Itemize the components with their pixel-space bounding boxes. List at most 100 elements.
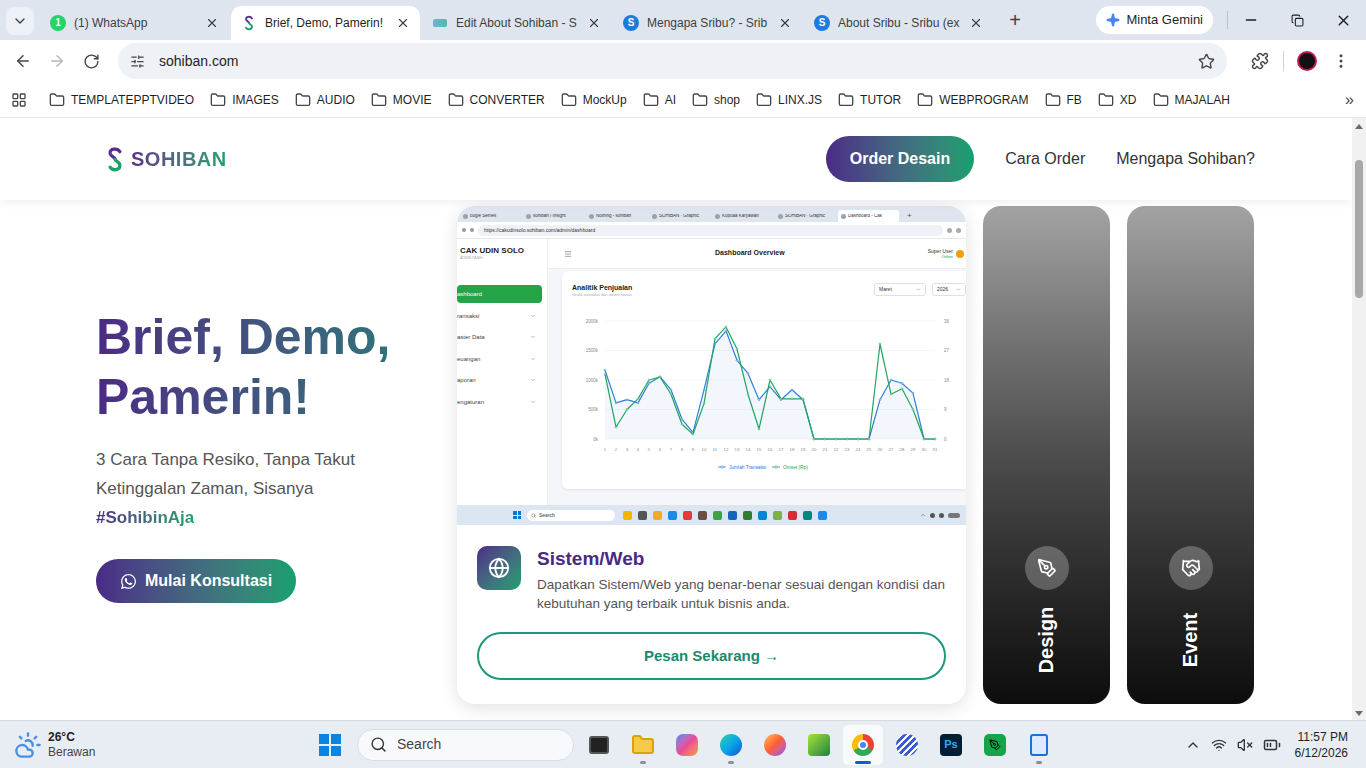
- bookmark-folder[interactable]: CONVERTER: [442, 87, 551, 113]
- chart-point[interactable]: [670, 389, 672, 391]
- chart-point[interactable]: [659, 376, 661, 378]
- preview-search[interactable]: Search: [527, 510, 615, 521]
- menu-button[interactable]: [1324, 44, 1358, 78]
- preview-tab[interactable]: Dashboard - Cak: [838, 210, 899, 222]
- chart-point[interactable]: [780, 398, 782, 400]
- chart-point[interactable]: [626, 409, 628, 411]
- taskbar-app[interactable]: [799, 725, 839, 765]
- minimize-button[interactable]: [1228, 0, 1274, 40]
- gemini-button[interactable]: Minta Gemini: [1096, 6, 1213, 34]
- bookmark-folder[interactable]: MAJALAH: [1147, 87, 1236, 113]
- chart-point[interactable]: [901, 382, 903, 384]
- chart-point[interactable]: [703, 403, 705, 405]
- profile-button[interactable]: [1290, 44, 1324, 78]
- site-logo[interactable]: SOHIBAN: [105, 144, 227, 174]
- browser-tab[interactable]: SMengapa Sribu? - Srib: [613, 6, 802, 40]
- chart-point[interactable]: [747, 393, 749, 395]
- bookmark-star-icon[interactable]: [1198, 53, 1215, 70]
- chart-point[interactable]: [692, 433, 694, 435]
- chart-point[interactable]: [879, 343, 881, 345]
- chart-point[interactable]: [725, 330, 727, 332]
- preview-app-icon[interactable]: [683, 511, 692, 520]
- chart-point[interactable]: [846, 438, 848, 440]
- month-select[interactable]: Maret: [874, 283, 926, 296]
- taskbar-app[interactable]: [623, 725, 663, 765]
- preview-tab[interactable]: sohiban / Insight: [523, 210, 584, 222]
- chart-point[interactable]: [923, 438, 925, 440]
- scroll-up-icon[interactable]: [1355, 124, 1363, 129]
- chart-point[interactable]: [758, 399, 760, 401]
- chart-point[interactable]: [824, 438, 826, 440]
- taskbar-app[interactable]: [667, 725, 707, 765]
- chart-point[interactable]: [769, 379, 771, 381]
- chart-point[interactable]: [923, 438, 925, 440]
- preview-app-icon[interactable]: [803, 511, 812, 520]
- taskbar-app[interactable]: [579, 725, 619, 765]
- chart-point[interactable]: [703, 389, 705, 391]
- chart-point[interactable]: [857, 438, 859, 440]
- taskbar-app[interactable]: [887, 725, 927, 765]
- preview-app-icon[interactable]: [653, 511, 662, 520]
- chart-point[interactable]: [868, 438, 870, 440]
- preview-address[interactable]: https://cakudinsolo.sohiban.com/admin/da…: [478, 225, 943, 236]
- chart-point[interactable]: [736, 359, 738, 361]
- bookmark-folder[interactable]: IMAGES: [204, 87, 285, 113]
- chart-point[interactable]: [890, 393, 892, 395]
- chart-point[interactable]: [769, 386, 771, 388]
- chart-point[interactable]: [934, 438, 936, 440]
- preview-tab[interactable]: Nothing - sohiban: [586, 210, 647, 222]
- close-icon[interactable]: [969, 16, 983, 30]
- chart-point[interactable]: [648, 382, 650, 384]
- close-icon[interactable]: [396, 16, 410, 30]
- hamburger-icon[interactable]: [564, 250, 572, 258]
- service-card[interactable]: Design: [983, 206, 1110, 704]
- preview-app-icon[interactable]: [623, 511, 632, 520]
- chart-point[interactable]: [637, 402, 639, 404]
- order-button[interactable]: Pesan Sekarang →: [477, 632, 946, 680]
- preview-tab[interactable]: SOHIBAN · Graphic: [649, 210, 710, 222]
- scrollbar[interactable]: [1352, 118, 1366, 720]
- start-button[interactable]: [316, 725, 344, 765]
- chart-point[interactable]: [835, 438, 837, 440]
- service-card[interactable]: Event: [1127, 206, 1254, 704]
- bookmark-folder[interactable]: TUTOR: [832, 87, 907, 113]
- preview-menu-item[interactable]: ashboard: [457, 285, 542, 303]
- preview-new-tab[interactable]: +: [907, 212, 912, 220]
- preview-app-icon[interactable]: [728, 511, 737, 520]
- chart-point[interactable]: [747, 373, 749, 375]
- scroll-down-icon[interactable]: [1355, 711, 1363, 716]
- chart-point[interactable]: [681, 423, 683, 425]
- chart-point[interactable]: [681, 418, 683, 420]
- back-button[interactable]: [6, 44, 40, 78]
- taskbar-app[interactable]: [755, 725, 795, 765]
- chart-point[interactable]: [890, 379, 892, 381]
- year-select[interactable]: 2026: [932, 283, 966, 296]
- chart-point[interactable]: [813, 438, 815, 440]
- browser-tab[interactable]: SAbout Sribu - Sribu (ex: [804, 6, 993, 40]
- chart-point[interactable]: [758, 428, 760, 430]
- preview-app-icon[interactable]: [698, 511, 707, 520]
- taskbar-search[interactable]: Search: [357, 729, 574, 761]
- preview-menu-item[interactable]: euangan: [457, 350, 542, 368]
- taskbar-app[interactable]: [711, 725, 751, 765]
- bookmark-folder[interactable]: shop: [686, 87, 746, 113]
- wifi-icon[interactable]: [1211, 737, 1227, 753]
- taskbar-app[interactable]: Ps: [931, 725, 971, 765]
- chart-point[interactable]: [868, 438, 870, 440]
- chart-point[interactable]: [648, 379, 650, 381]
- chart-point[interactable]: [659, 376, 661, 378]
- chart-point[interactable]: [879, 399, 881, 401]
- bookmark-folder[interactable]: AUDIO: [289, 87, 361, 113]
- tray-overflow-icon[interactable]: [1185, 737, 1201, 753]
- address-bar[interactable]: sohiban.com: [118, 43, 1227, 79]
- preview-menu-item[interactable]: ransaksi: [457, 307, 542, 325]
- extensions-button[interactable]: [1243, 44, 1277, 78]
- preview-menu-item[interactable]: engaturan: [457, 393, 542, 411]
- preview-tab[interactable]: oogle Semes: [460, 210, 521, 222]
- taskbar-app[interactable]: [975, 725, 1015, 765]
- preview-app-icon[interactable]: [638, 511, 647, 520]
- tab-search-button[interactable]: [6, 7, 34, 35]
- chart-point[interactable]: [714, 338, 716, 340]
- chart-point[interactable]: [615, 402, 617, 404]
- browser-tab[interactable]: Edit About Sohiban - S: [422, 6, 611, 40]
